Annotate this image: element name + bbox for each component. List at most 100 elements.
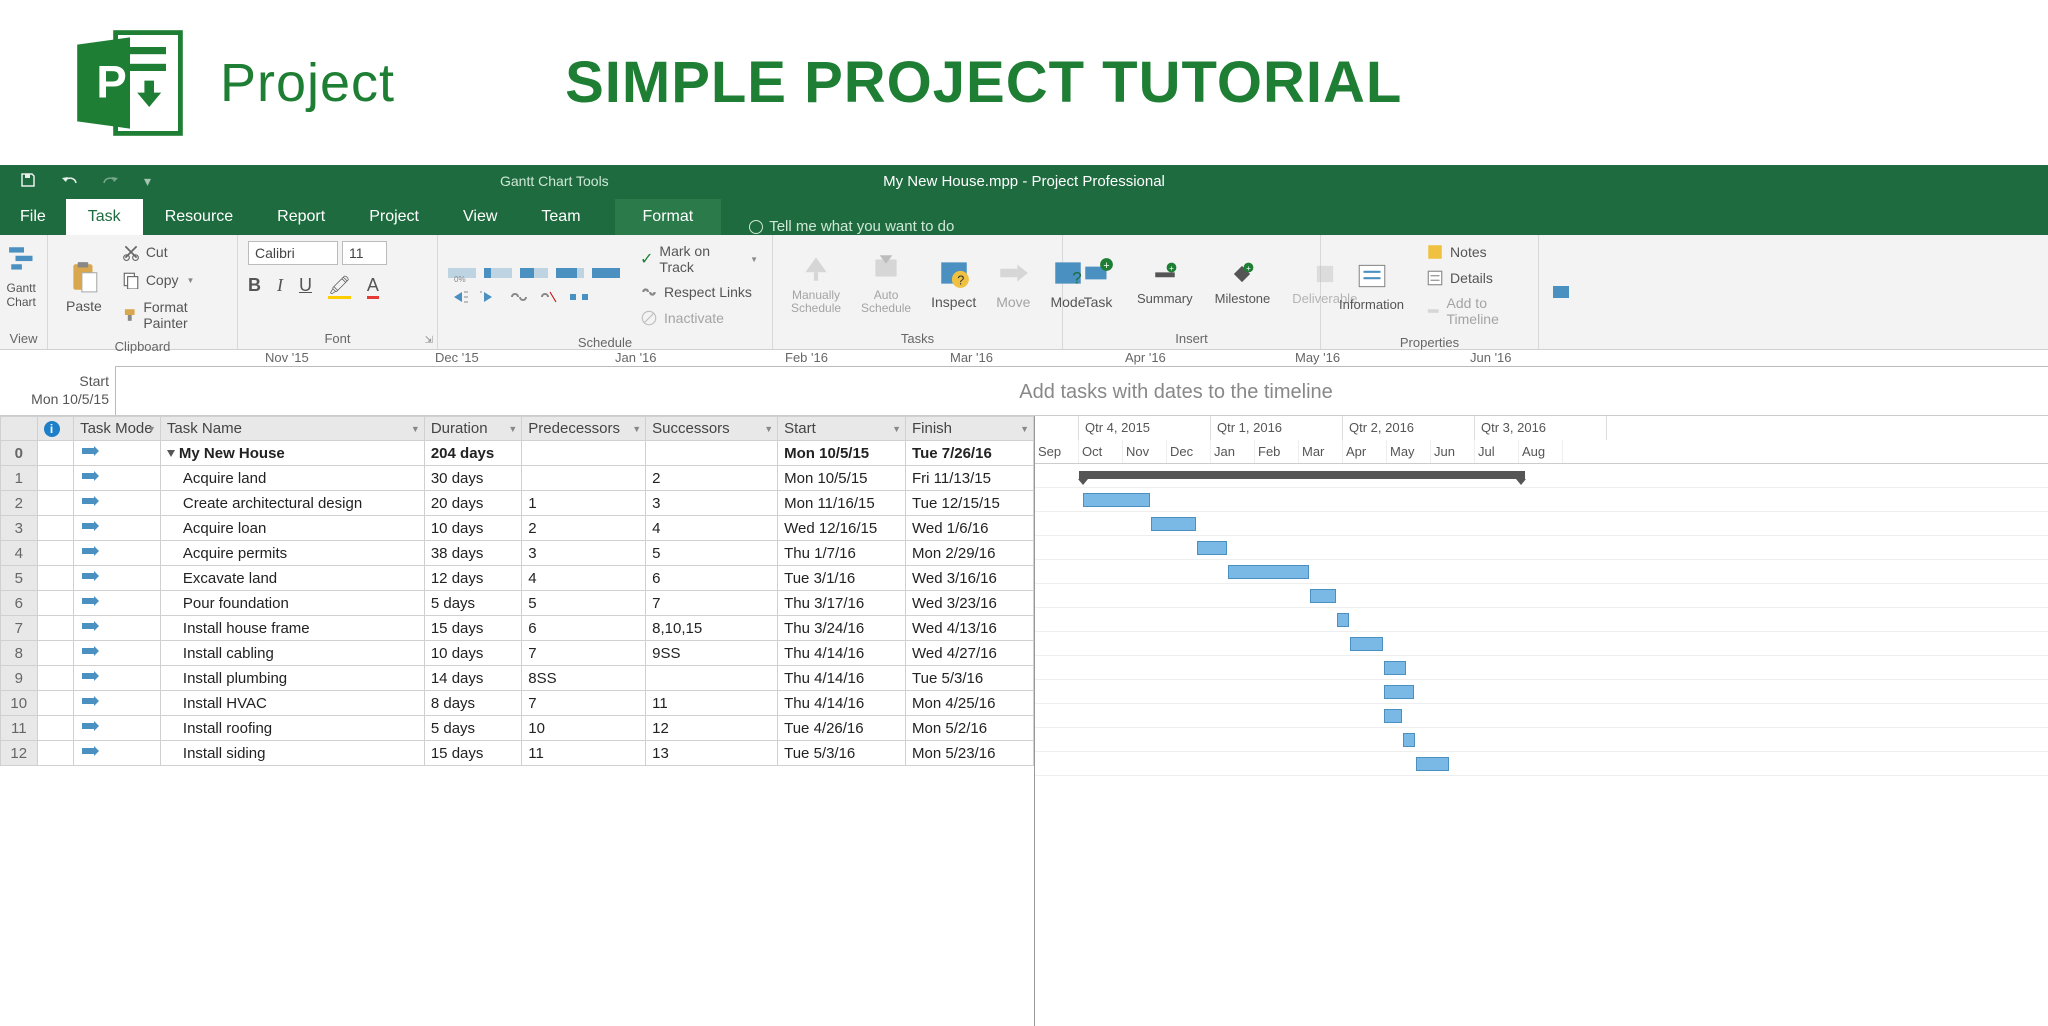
cell-finish[interactable]: Tue 7/26/16 [906, 441, 1034, 466]
gantt-chart-button[interactable]: Gantt Chart [0, 239, 49, 313]
gantt-task-bar[interactable] [1337, 613, 1349, 627]
font-color-button[interactable]: A [367, 275, 379, 299]
cell-task-name[interactable]: My New House [160, 441, 424, 466]
italic-button[interactable]: I [277, 275, 283, 299]
manually-schedule-button[interactable]: Manually Schedule [783, 247, 849, 319]
gantt-task-bar[interactable] [1416, 757, 1449, 771]
col-indicators[interactable]: i [37, 417, 74, 441]
cell-start[interactable]: Tue 3/1/16 [778, 566, 906, 591]
cell-duration[interactable]: 10 days [424, 641, 521, 666]
cell-task-mode[interactable] [74, 466, 161, 491]
table-row[interactable]: 12Install siding15 days1113Tue 5/3/16Mon… [1, 741, 1034, 766]
information-button[interactable]: Information [1331, 255, 1412, 316]
cell-successors[interactable]: 8,10,15 [646, 616, 778, 641]
row-number[interactable]: 4 [1, 541, 38, 566]
cell-duration[interactable]: 8 days [424, 691, 521, 716]
cell-start[interactable]: Tue 4/26/16 [778, 716, 906, 741]
cell-start[interactable]: Mon 11/16/15 [778, 491, 906, 516]
gantt-task-bar[interactable] [1151, 517, 1196, 531]
gantt-row[interactable] [1035, 584, 2048, 608]
row-number[interactable]: 5 [1, 566, 38, 591]
table-row[interactable]: 8Install cabling10 days79SSThu 4/14/16We… [1, 641, 1034, 666]
timeline-track[interactable]: Add tasks with dates to the timeline [115, 366, 2048, 415]
cell-duration[interactable]: 20 days [424, 491, 521, 516]
cell-finish[interactable]: Wed 3/16/16 [906, 566, 1034, 591]
cell-start[interactable]: Thu 3/17/16 [778, 591, 906, 616]
col-predecessors[interactable]: Predecessors▼ [522, 417, 646, 441]
cell-task-name[interactable]: Excavate land [160, 566, 424, 591]
row-number[interactable]: 6 [1, 591, 38, 616]
gantt-row[interactable] [1035, 704, 2048, 728]
tab-file[interactable]: File [0, 199, 66, 235]
cell-task-mode[interactable] [74, 666, 161, 691]
cell-predecessors[interactable]: 6 [522, 616, 646, 641]
gantt-row[interactable] [1035, 536, 2048, 560]
cell-finish[interactable]: Mon 5/2/16 [906, 716, 1034, 741]
cell-duration[interactable]: 5 days [424, 591, 521, 616]
row-number[interactable]: 3 [1, 516, 38, 541]
chevron-down-icon[interactable]: ▼ [508, 424, 517, 434]
table-row[interactable]: 11Install roofing5 days1012Tue 4/26/16Mo… [1, 716, 1034, 741]
cell-task-name[interactable]: Install plumbing [160, 666, 424, 691]
gantt-task-bar[interactable] [1197, 541, 1227, 555]
qat-customize-icon[interactable]: ▾ [132, 173, 163, 190]
cell-duration[interactable]: 5 days [424, 716, 521, 741]
gantt-task-bar[interactable] [1384, 685, 1414, 699]
cell-predecessors[interactable] [522, 441, 646, 466]
cell-successors[interactable] [646, 666, 778, 691]
cell-duration[interactable]: 10 days [424, 516, 521, 541]
table-row[interactable]: 4Acquire permits38 days35Thu 1/7/16Mon 2… [1, 541, 1034, 566]
respect-links-button[interactable]: Respect Links [636, 281, 762, 303]
undo-icon[interactable] [48, 173, 90, 190]
col-start[interactable]: Start▼ [778, 417, 906, 441]
cell-predecessors[interactable]: 7 [522, 641, 646, 666]
cell-successors[interactable]: 3 [646, 491, 778, 516]
gantt-row[interactable] [1035, 464, 2048, 488]
cell-finish[interactable]: Mon 5/23/16 [906, 741, 1034, 766]
cell-predecessors[interactable]: 4 [522, 566, 646, 591]
table-row[interactable]: 0My New House204 daysMon 10/5/15Tue 7/26… [1, 441, 1034, 466]
cell-task-mode[interactable] [74, 491, 161, 516]
cell-task-name[interactable]: Install siding [160, 741, 424, 766]
cell-duration[interactable]: 12 days [424, 566, 521, 591]
row-number[interactable]: 7 [1, 616, 38, 641]
gantt-row[interactable] [1035, 512, 2048, 536]
cell-predecessors[interactable]: 1 [522, 491, 646, 516]
cell-predecessors[interactable]: 11 [522, 741, 646, 766]
gantt-row[interactable] [1035, 656, 2048, 680]
progress-25-icon[interactable] [484, 264, 512, 282]
row-number[interactable]: 12 [1, 741, 38, 766]
table-row[interactable]: 2Create architectural design20 days13Mon… [1, 491, 1034, 516]
cell-duration[interactable]: 14 days [424, 666, 521, 691]
progress-100-icon[interactable] [592, 264, 620, 282]
row-number[interactable]: 8 [1, 641, 38, 666]
gantt-row[interactable] [1035, 752, 2048, 776]
insert-milestone-button[interactable]: +Milestone [1207, 257, 1279, 310]
cell-finish[interactable]: Mon 4/25/16 [906, 691, 1034, 716]
split-task-button[interactable] [568, 288, 590, 306]
cell-start[interactable]: Thu 1/7/16 [778, 541, 906, 566]
cell-task-mode[interactable] [74, 716, 161, 741]
table-row[interactable]: 9Install plumbing14 days8SSThu 4/14/16Tu… [1, 666, 1034, 691]
copy-button[interactable]: Copy▼ [118, 269, 227, 291]
cell-task-name[interactable]: Pour foundation [160, 591, 424, 616]
cell-successors[interactable]: 13 [646, 741, 778, 766]
cell-finish[interactable]: Wed 3/23/16 [906, 591, 1034, 616]
cell-task-name[interactable]: Install cabling [160, 641, 424, 666]
cell-predecessors[interactable]: 8SS [522, 666, 646, 691]
unlink-tasks-button[interactable] [538, 288, 560, 306]
cell-start[interactable]: Thu 3/24/16 [778, 616, 906, 641]
insert-task-button[interactable]: +Task [1073, 252, 1123, 314]
cut-button[interactable]: Cut [118, 241, 227, 263]
gantt-summary-bar[interactable] [1079, 471, 1525, 479]
cell-start[interactable]: Thu 4/14/16 [778, 641, 906, 666]
details-button[interactable]: Details [1422, 267, 1528, 289]
gantt-task-bar[interactable] [1228, 565, 1309, 579]
cell-successors[interactable]: 2 [646, 466, 778, 491]
chevron-down-icon[interactable]: ▼ [632, 424, 641, 434]
cell-duration[interactable]: 30 days [424, 466, 521, 491]
inspect-button[interactable]: ?Inspect [923, 252, 984, 314]
cell-task-name[interactable]: Acquire land [160, 466, 424, 491]
font-dialog-launcher[interactable]: ⇲ [425, 335, 433, 346]
cell-finish[interactable]: Tue 12/15/15 [906, 491, 1034, 516]
